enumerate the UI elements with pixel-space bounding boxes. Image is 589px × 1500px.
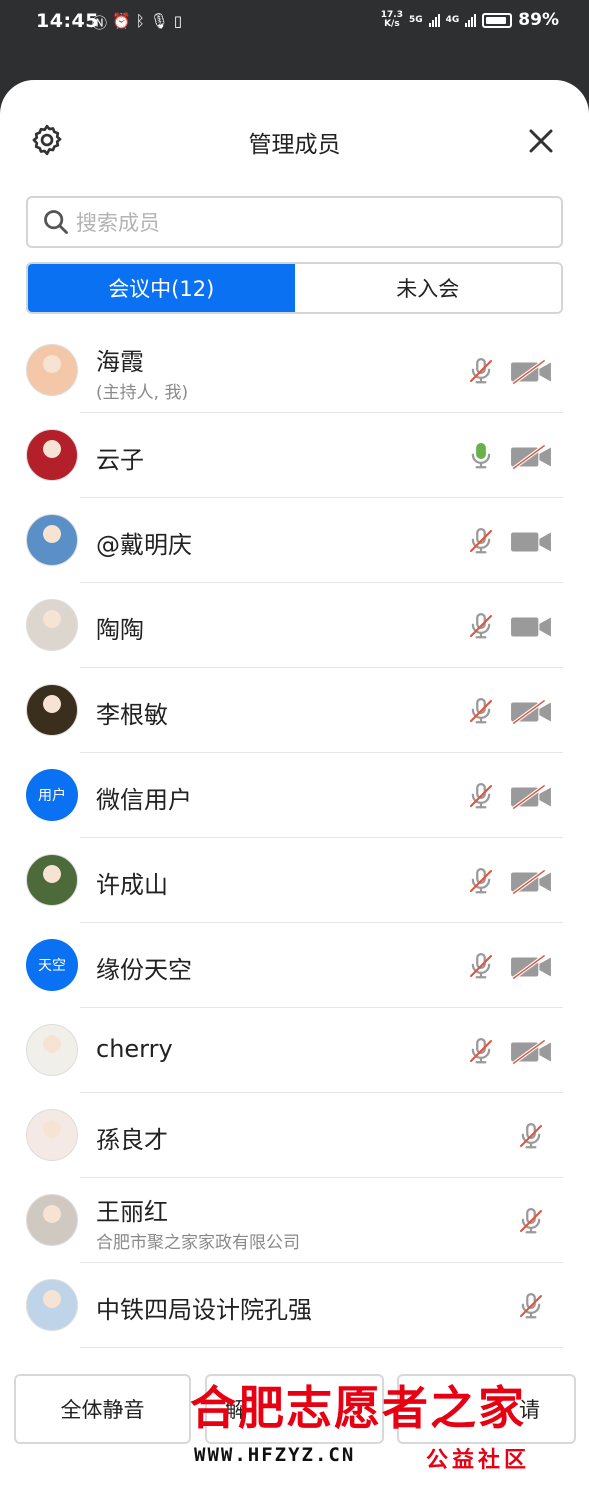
speed-unit: K/s [384, 19, 400, 29]
member-row[interactable]: 用户 微信用户 [0, 753, 589, 838]
member-list: 海霞 (主持人, 我) 云子 @戴明庆陶陶李根敏用户 微信用户许成山天空 缘份天空 cher… [0, 328, 589, 1348]
member-row[interactable]: 许成山 [0, 838, 589, 923]
member-name: 中铁四局设计院孔强 [96, 1296, 312, 1324]
avatar [26, 684, 78, 736]
unmute-all-button[interactable]: 解 [205, 1374, 384, 1444]
footer-actions: 全体静音 解 请 [0, 1370, 589, 1450]
avatar [26, 344, 78, 396]
search-placeholder: 搜索成员 [76, 211, 160, 235]
vibrate-icon: ▯ [173, 12, 183, 30]
member-name: 陶陶 [96, 616, 144, 644]
member-name: 云子 [96, 446, 144, 474]
battery-icon [482, 12, 513, 28]
avatar: 用户 [26, 769, 78, 821]
member-row[interactable]: @戴明庆 [0, 498, 589, 583]
camera-off-icon[interactable] [510, 783, 552, 811]
member-row[interactable]: 云子 [0, 413, 589, 498]
signal-bars-icon [428, 13, 440, 27]
member-name: 孫良才 [96, 1126, 168, 1154]
avatar [26, 1024, 78, 1076]
manage-members-sheet: 管理成员 搜索成员 会议中(12) 未入会 海霞 (主持人, 我) 云子 @戴明庆陶陶… [0, 80, 589, 1500]
member-subtitle: (主持人, 我) [96, 383, 189, 403]
signal-bars-icon-2 [465, 13, 477, 27]
avatar [26, 854, 78, 906]
avatar [26, 1279, 78, 1331]
member-name: 微信用户 [96, 786, 192, 814]
nfc-icon: Ⓝ [92, 14, 108, 32]
camera-icon[interactable] [510, 614, 552, 640]
status-bar: 14:45 Ⓝ ⏰ ᛒ 🎙 ▯ 17.3 K/s 5G 4G 89% [0, 0, 589, 48]
clock: 14:45 [36, 10, 99, 32]
signal-5g-icon: 5G [408, 15, 423, 25]
mic-icon[interactable] [466, 440, 496, 472]
camera-off-icon[interactable] [510, 443, 552, 471]
member-row[interactable]: 李根敏 [0, 668, 589, 753]
member-subtitle: 合肥市聚之家家政有限公司 [96, 1233, 300, 1253]
mic-muted-icon[interactable] [466, 780, 496, 812]
member-row[interactable]: 海霞 (主持人, 我) [0, 328, 589, 413]
member-name: 许成山 [96, 871, 168, 899]
avatar [26, 599, 78, 651]
member-name: 李根敏 [96, 701, 168, 729]
sheet-header: 管理成员 [0, 80, 589, 200]
mic-muted-icon[interactable] [466, 525, 496, 557]
avatar [26, 1109, 78, 1161]
battery-percent: 89% [518, 10, 559, 30]
member-tabs: 会议中(12) 未入会 [26, 262, 563, 314]
tab-not-joined[interactable]: 未入会 [294, 264, 561, 312]
status-icons: Ⓝ ⏰ ᛒ 🎙 ▯ [92, 12, 182, 33]
mute-all-button[interactable]: 全体静音 [14, 1374, 191, 1444]
member-row[interactable]: 中铁四局设计院孔强 [0, 1263, 589, 1348]
mic-muted-icon[interactable] [516, 1205, 546, 1237]
camera-off-icon[interactable] [510, 698, 552, 726]
member-name: 缘份天空 [96, 956, 192, 984]
avatar-text: 用户 [38, 788, 66, 804]
camera-off-icon[interactable] [510, 953, 552, 981]
invite-button[interactable]: 请 [397, 1374, 576, 1444]
mic-muted-icon[interactable] [466, 950, 496, 982]
member-name: @戴明庆 [96, 531, 192, 559]
camera-icon[interactable] [510, 529, 552, 555]
avatar: 天空 [26, 939, 78, 991]
avatar [26, 429, 78, 481]
member-name: 王丽红 [96, 1198, 168, 1226]
avatar [26, 514, 78, 566]
close-icon[interactable] [526, 126, 556, 156]
member-row[interactable]: 天空 缘份天空 [0, 923, 589, 1008]
camera-off-icon[interactable] [510, 358, 552, 386]
tab-in-meeting[interactable]: 会议中(12) [28, 264, 295, 312]
mic-muted-icon[interactable] [516, 1120, 546, 1152]
bluetooth-icon: ᛒ [135, 12, 145, 30]
member-name: 海霞 [96, 348, 144, 376]
mic-muted-icon[interactable] [516, 1290, 546, 1322]
page-title: 管理成员 [248, 132, 341, 158]
mic-status-icon: 🎙 [149, 12, 169, 30]
camera-off-icon[interactable] [510, 1038, 552, 1066]
member-name: cherry [96, 1035, 173, 1063]
network-speed: 17.3 K/s [381, 11, 403, 29]
member-row[interactable]: cherry [0, 1008, 589, 1093]
search-icon [44, 210, 68, 234]
member-row[interactable]: 陶陶 [0, 583, 589, 668]
avatar-text: 天空 [38, 958, 66, 974]
alarm-icon: ⏰ [112, 12, 131, 30]
camera-off-icon[interactable] [510, 868, 552, 896]
mic-muted-icon[interactable] [466, 865, 496, 897]
status-right: 17.3 K/s 5G 4G 89% [381, 10, 559, 30]
mic-muted-icon[interactable] [466, 610, 496, 642]
divider [80, 1347, 563, 1348]
avatar [26, 1194, 78, 1246]
search-input[interactable]: 搜索成员 [26, 196, 563, 248]
mic-muted-icon[interactable] [466, 695, 496, 727]
member-row[interactable]: 孫良才 [0, 1093, 589, 1178]
mic-muted-icon[interactable] [466, 355, 496, 387]
signal-4g-icon: 4G [445, 15, 460, 25]
member-row[interactable]: 王丽红合肥市聚之家家政有限公司 [0, 1178, 589, 1263]
mic-muted-icon[interactable] [466, 1035, 496, 1067]
